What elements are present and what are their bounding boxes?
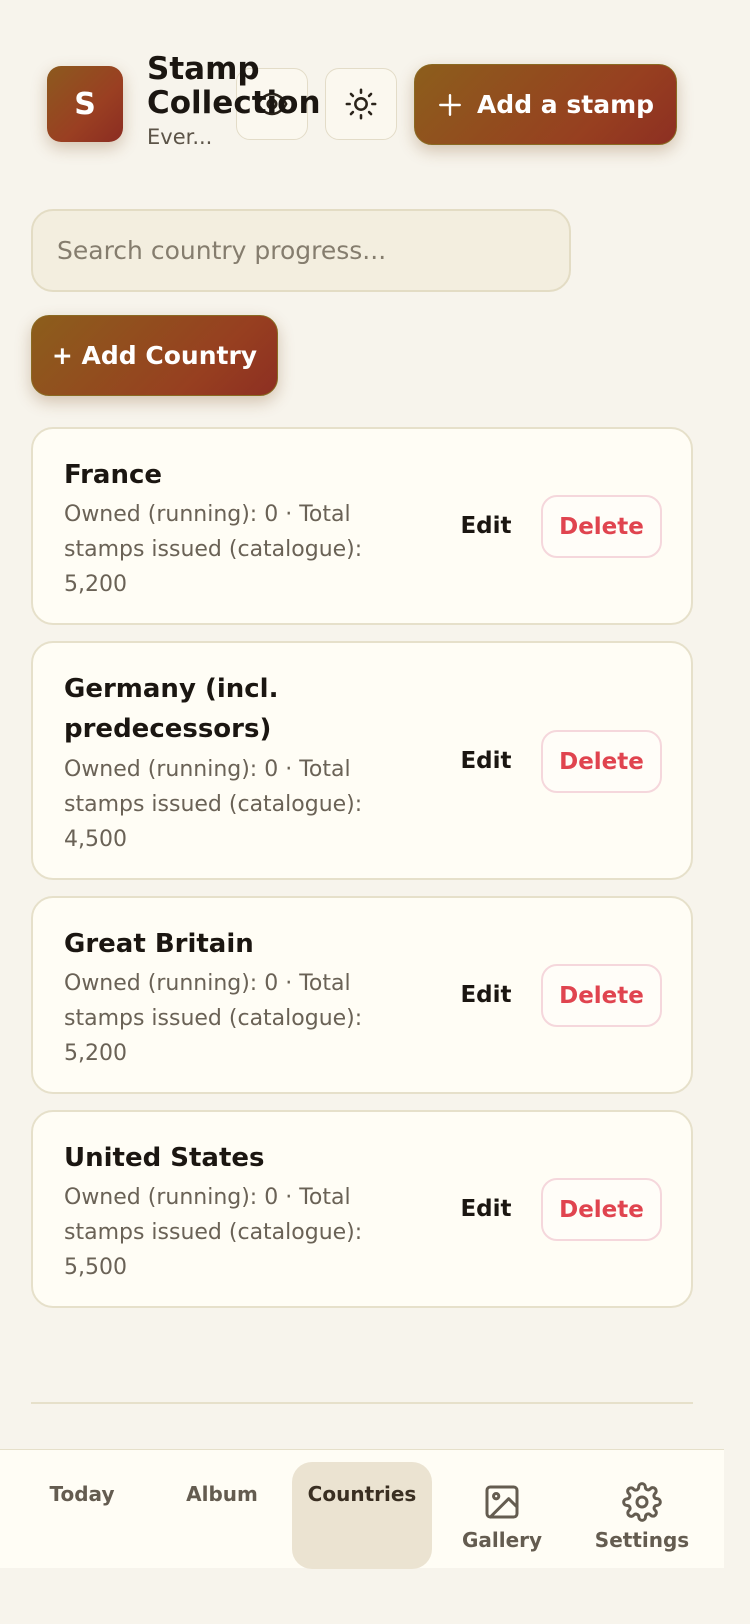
- edit-button[interactable]: Edit: [460, 741, 511, 781]
- plus-icon: [439, 93, 461, 116]
- nav-item-settings[interactable]: Settings: [572, 1462, 712, 1569]
- nav-item-countries[interactable]: Countries: [292, 1462, 432, 1569]
- country-name: Germany (incl. predecessors): [64, 674, 279, 744]
- edit-button[interactable]: Edit: [460, 1189, 511, 1229]
- nav-label: Gallery: [461, 1528, 543, 1552]
- app-logo-letter: S: [74, 86, 96, 122]
- theme-toggle-button[interactable]: [325, 68, 397, 140]
- country-card: United States Owned (running): 0 · Total…: [31, 1110, 693, 1308]
- image-icon: [485, 1485, 519, 1519]
- nav-item-gallery[interactable]: Gallery: [432, 1462, 572, 1569]
- nav-item-album[interactable]: Album: [152, 1462, 292, 1569]
- country-card: Germany (incl. predecessors) Owned (runn…: [31, 641, 693, 880]
- edit-button[interactable]: Edit: [460, 975, 511, 1015]
- country-meta: Owned (running): 0 · Total stamps issued…: [64, 1185, 363, 1280]
- delete-button[interactable]: Delete: [541, 964, 662, 1027]
- app-subtitle: Ever...: [147, 125, 213, 149]
- add-country-button[interactable]: + Add Country: [31, 315, 278, 396]
- add-stamp-label: Add a stamp: [476, 90, 655, 119]
- delete-button[interactable]: Delete: [541, 1178, 662, 1241]
- delete-button[interactable]: Delete: [541, 495, 662, 558]
- search-input[interactable]: [31, 209, 571, 292]
- bottom-nav: Today Album Countries Gallery Settings: [0, 1449, 724, 1569]
- country-card: France Owned (running): 0 · Total stamps…: [31, 427, 693, 625]
- nav-label: Today: [49, 1482, 115, 1506]
- nav-label: Album: [186, 1482, 258, 1506]
- nav-label: Countries: [307, 1482, 417, 1506]
- nav-label: Settings: [594, 1528, 690, 1552]
- sun-icon: [345, 88, 377, 120]
- content-divider: [31, 1402, 693, 1404]
- country-name: Great Britain: [64, 929, 254, 959]
- country-meta: Owned (running): 0 · Total stamps issued…: [64, 757, 363, 852]
- nav-item-today[interactable]: Today: [12, 1462, 152, 1569]
- country-meta: Owned (running): 0 · Total stamps issued…: [64, 971, 363, 1066]
- country-meta: Owned (running): 0 · Total stamps issued…: [64, 502, 363, 597]
- app-header: S Stamp Collection Ever... Add a stamp: [0, 0, 724, 190]
- app-title: Stamp Collection: [147, 51, 321, 121]
- gear-icon: [622, 1482, 662, 1522]
- delete-button[interactable]: Delete: [541, 730, 662, 793]
- country-name: United States: [64, 1143, 265, 1173]
- app-logo-badge: S: [47, 66, 123, 142]
- country-name: France: [64, 460, 163, 490]
- add-stamp-button[interactable]: Add a stamp: [414, 64, 677, 145]
- edit-button[interactable]: Edit: [460, 506, 511, 546]
- country-card: Great Britain Owned (running): 0 · Total…: [31, 896, 693, 1094]
